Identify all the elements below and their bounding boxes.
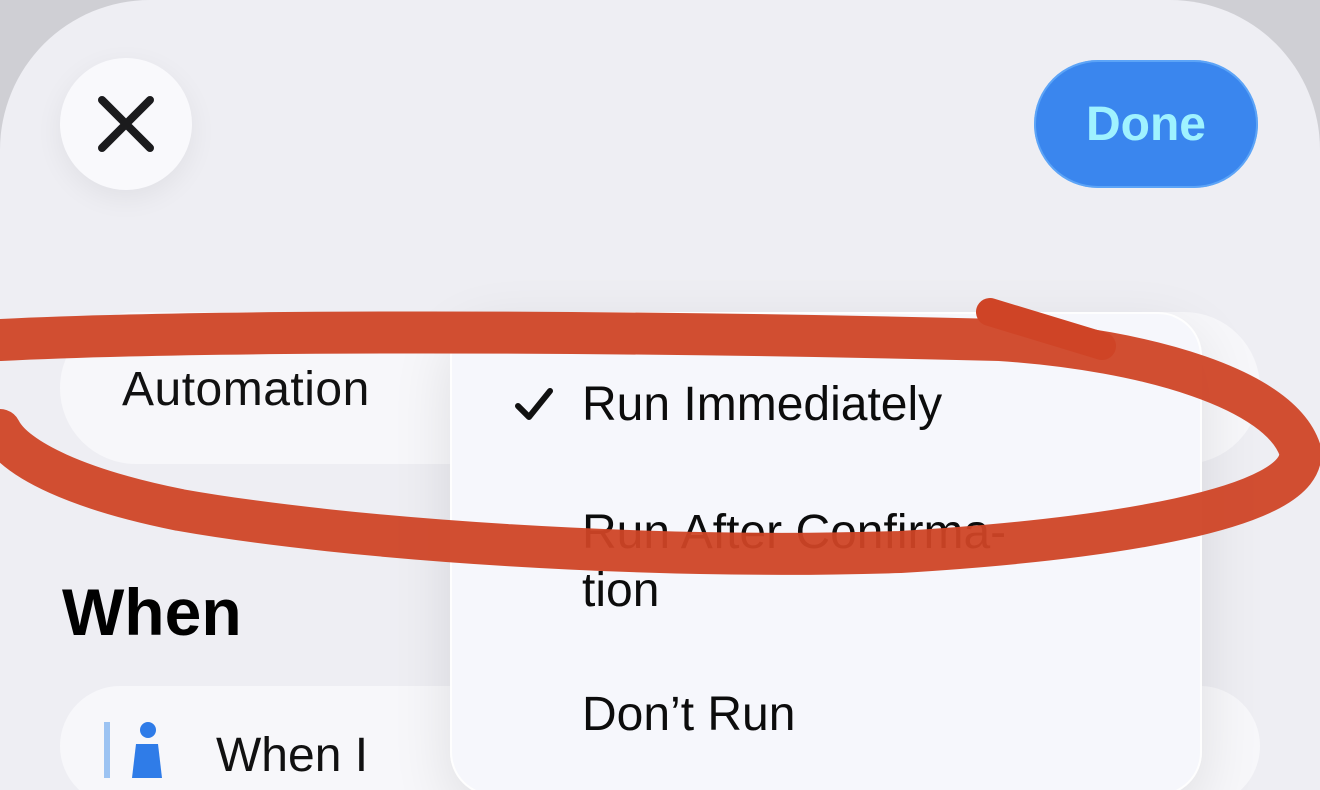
when-trigger-label: When I xyxy=(216,729,369,782)
automation-label: Automation xyxy=(122,363,370,416)
run-option-menu: Run Immediately Run After Confirma- tion… xyxy=(450,312,1202,790)
menu-item-dont-run[interactable]: Don’t Run xyxy=(582,686,795,744)
close-icon xyxy=(98,96,154,152)
close-button[interactable] xyxy=(60,58,192,190)
person-icon xyxy=(104,722,162,778)
automation-sheet: Done Automation When When I Run Immediat… xyxy=(0,0,1320,790)
menu-item-run-after-confirmation[interactable]: Run After Confirma- tion xyxy=(582,504,1006,620)
when-heading: When xyxy=(62,575,242,649)
checkmark-icon xyxy=(515,388,553,420)
done-button[interactable]: Done xyxy=(1034,60,1258,188)
menu-item-run-immediately[interactable]: Run Immediately xyxy=(582,376,942,434)
